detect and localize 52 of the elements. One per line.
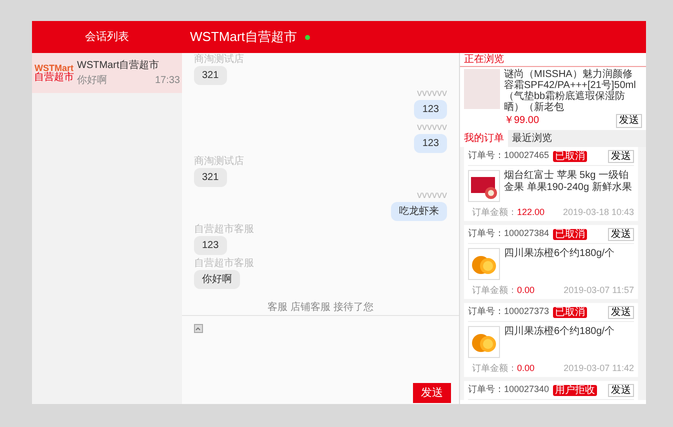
order-status: 已取消 <box>553 228 588 240</box>
sender-name: vvvvvv <box>417 190 447 202</box>
order-amount: 订单金额：0.00 <box>472 284 535 297</box>
message-bubble: 321 <box>194 168 227 187</box>
send-order-button[interactable]: 发送 <box>608 384 634 396</box>
order-amount: 订单金额：0.00 <box>472 362 535 375</box>
conversation-name: WSTMart自营超市 <box>77 58 160 73</box>
message-time: 17:33 <box>154 74 180 88</box>
order-status: 已取消 <box>553 150 588 162</box>
order-number: 订单号：100027373 <box>468 305 550 318</box>
message-bubble: 123 <box>414 134 447 153</box>
chat-title: WSTMart自营超市 <box>190 28 297 46</box>
order-product-name: 四川果冻橙6个约180g/个 <box>504 248 615 260</box>
panel-tab[interactable]: 最近浏览 <box>508 130 556 147</box>
conversation-item[interactable]: WSTMart 自营超市 WSTMart自营超市 你好啊 17:33 <box>32 53 182 93</box>
order-date: 2019-03-07 11:57 <box>564 284 634 297</box>
message-bubble: 吃龙虾来 <box>391 202 447 221</box>
message-preview: 你好啊 <box>77 74 107 88</box>
order-status: 用户拒收 <box>553 384 598 396</box>
product-photo-placeholder <box>464 69 500 109</box>
sender-name: vvvvvv <box>417 88 447 100</box>
order-number: 订单号：100027340 <box>468 383 550 396</box>
order-number: 订单号：100027384 <box>468 227 550 240</box>
sender-name: 商淘测试店 <box>194 54 244 66</box>
order-product-name: 四川果冻橙6个约180g/个 <box>504 326 615 338</box>
sender-name: 自营超市客服 <box>194 224 254 236</box>
list-title: 会话列表 <box>84 30 130 45</box>
sender-name: 商淘测试店 <box>194 156 244 168</box>
sender-name: vvvvvv <box>417 122 447 134</box>
system-notice: 客服 店铺客服 接待了您 <box>266 300 374 315</box>
message-bubble: 123 <box>414 100 447 119</box>
message-bubble: 321 <box>194 66 227 85</box>
send-product-button[interactable]: 发送 <box>616 114 642 128</box>
browsing-title: 正在浏览 <box>460 53 646 67</box>
order-date: 2019-03-18 10:43 <box>562 206 634 219</box>
sender-name: 自营超市客服 <box>194 258 254 270</box>
logo-wordmark: WSTMart <box>34 64 74 72</box>
product-title: 谜尚（MISSHA）魅力润颜修容霜SPF42/PA+++[21号]50ml（气垫bb霜粉底遮瑕保湿防晒）（新老包 <box>504 69 637 113</box>
product-price: ￥99.00 <box>504 114 540 128</box>
order-amount: 订单金额：122.00 <box>472 206 545 219</box>
message-bubble: 你好啊 <box>194 270 240 289</box>
order-status: 已取消 <box>553 306 588 318</box>
order-product-name: 烟台红富士 苹果 5kg 一级铂金果 单果190-240g 新鲜水果 <box>504 170 633 194</box>
order-number: 订单号：100027465 <box>468 149 550 162</box>
send-order-button[interactable]: 发送 <box>608 306 634 318</box>
send-order-button[interactable]: 发送 <box>608 228 634 240</box>
send-order-button[interactable]: 发送 <box>608 150 634 162</box>
panel-tab[interactable]: 我的订单 <box>460 130 508 147</box>
order-date: 2019-03-07 11:42 <box>564 362 634 375</box>
send-button[interactable]: 发送 <box>413 383 451 403</box>
logo-subtitle: 自营超市 <box>34 72 74 82</box>
message-bubble: 123 <box>194 236 227 255</box>
